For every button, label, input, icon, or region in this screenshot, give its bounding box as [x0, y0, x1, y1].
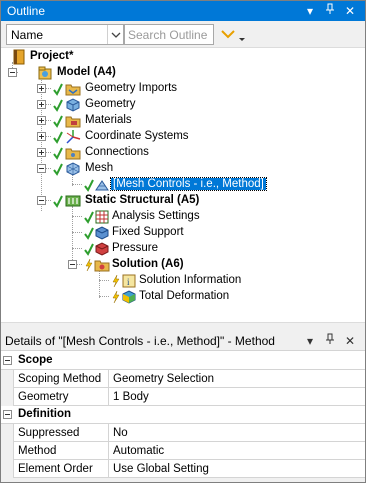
model-expander[interactable] [8, 68, 17, 77]
close-icon[interactable]: ✕ [343, 3, 357, 19]
materials-folder-icon [65, 113, 81, 129]
outline-toolbar: Name [1, 21, 365, 48]
details-pin-icon[interactable] [323, 333, 337, 349]
geometry-expander[interactable] [37, 100, 46, 109]
details-close-icon[interactable]: ✕ [343, 333, 357, 349]
connections-expander[interactable] [37, 148, 46, 157]
details-title-bar: Details of "[Mesh Controls - i.e., Metho… [1, 331, 365, 351]
group-header-scope[interactable]: Scope [1, 352, 365, 370]
mesh-method-icon [94, 177, 110, 193]
check-icon [53, 162, 63, 176]
geometry-imports-expander[interactable] [37, 84, 46, 93]
check-icon [84, 210, 94, 224]
static-structural-icon [65, 193, 81, 209]
analysis-settings-icon [94, 209, 110, 225]
panel-menu-dropdown-icon[interactable]: ▾ [303, 3, 317, 19]
search-outline-input[interactable] [126, 26, 212, 43]
check-icon [84, 226, 94, 240]
panel-splitter[interactable] [1, 322, 365, 331]
check-icon [53, 98, 63, 112]
search-outline-field[interactable] [124, 24, 214, 45]
coordinate-systems-expander[interactable] [37, 132, 46, 141]
solution-information-icon: i [121, 273, 137, 289]
check-icon [53, 130, 63, 144]
details-title: Details of "[Mesh Controls - i.e., Metho… [5, 334, 275, 348]
static-structural-expander[interactable] [37, 196, 46, 205]
details-menu-dropdown-icon[interactable]: ▾ [303, 333, 317, 349]
property-row-method[interactable]: Method Automatic [1, 442, 365, 460]
total-deformation-icon [121, 289, 137, 305]
lightning-icon [111, 274, 121, 288]
check-icon [53, 82, 63, 96]
check-icon [53, 114, 63, 128]
outline-title: Outline [7, 4, 46, 18]
model-icon [37, 65, 53, 81]
name-filter-select[interactable]: Name [6, 24, 124, 45]
mesh-icon [65, 161, 81, 177]
check-icon [84, 242, 94, 256]
connections-folder-icon [65, 145, 81, 161]
property-row-element-order[interactable]: Element Order Use Global Setting [1, 460, 365, 478]
pin-icon[interactable] [323, 3, 337, 19]
outline-title-bar: Outline ▾ ✕ [1, 1, 365, 21]
name-filter-value: Name [11, 28, 44, 42]
property-row-scoping-method[interactable]: Scoping Method Geometry Selection [1, 370, 365, 388]
solution-folder-icon [94, 257, 110, 273]
check-icon [84, 178, 94, 192]
pressure-icon [94, 241, 110, 257]
check-icon [53, 146, 63, 160]
details-property-grid: Scope Scoping Method Geometry Selection … [1, 352, 365, 478]
coordinate-axes-icon [65, 129, 81, 145]
collapse-scope-icon[interactable] [3, 356, 12, 365]
chevron-down-icon[interactable] [107, 25, 123, 44]
lightning-icon [111, 290, 121, 304]
project-book-icon [11, 49, 27, 65]
collapse-definition-icon[interactable] [3, 410, 12, 419]
property-row-suppressed[interactable]: Suppressed No [1, 424, 365, 442]
solution-expander[interactable] [68, 260, 77, 269]
check-icon [53, 194, 63, 208]
group-header-definition[interactable]: Definition [1, 406, 365, 424]
outline-tree: Project* Model (A4) Geometry Imports Geo… [1, 48, 365, 322]
property-row-geometry[interactable]: Geometry 1 Body [1, 388, 365, 406]
filter-options-button[interactable] [219, 26, 249, 44]
lightning-icon [84, 258, 94, 272]
fixed-support-icon [94, 225, 110, 241]
filter-chevron-icon [221, 30, 245, 41]
materials-expander[interactable] [37, 116, 46, 125]
geometry-icon [65, 97, 81, 113]
geometry-imports-folder-icon [65, 81, 81, 97]
mesh-expander[interactable] [37, 164, 46, 173]
